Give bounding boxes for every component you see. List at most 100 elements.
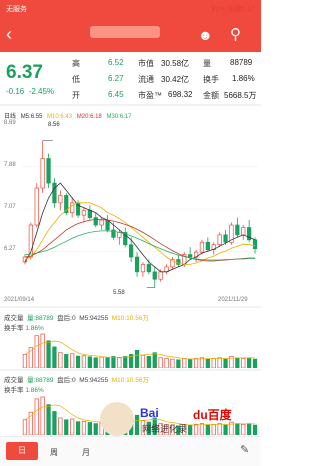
volume-bar bbox=[40, 333, 45, 368]
tab-week[interactable]: 周 bbox=[50, 447, 58, 458]
volume-value: 量:88789 bbox=[27, 315, 54, 322]
value-volume: 88789 bbox=[230, 58, 253, 67]
volume-bar bbox=[176, 359, 181, 368]
period-tabbar: 日 周 月 bbox=[0, 436, 261, 466]
label-low: 低 bbox=[72, 75, 80, 84]
volume-bar bbox=[40, 396, 45, 435]
y-label-4: 6.27 bbox=[4, 246, 16, 252]
candle-body bbox=[235, 224, 240, 236]
candle-body bbox=[46, 158, 51, 184]
volume-bar bbox=[22, 419, 28, 435]
low-mark-label: 5.58 bbox=[113, 290, 125, 296]
volume-bar bbox=[58, 352, 63, 368]
candle-body bbox=[58, 195, 63, 204]
volume-bar bbox=[34, 335, 39, 368]
label-mktcap: 市值 bbox=[138, 59, 154, 68]
change-percent: -2.45% bbox=[28, 87, 55, 96]
volume-bar bbox=[111, 356, 116, 368]
label-high: 高 bbox=[72, 59, 80, 68]
volume-bar bbox=[247, 357, 252, 368]
label-volume: 量 bbox=[203, 59, 211, 68]
time-text: 傍晚5:17 bbox=[227, 6, 255, 13]
vol-ma10: M10:10.56万 bbox=[111, 377, 149, 384]
volume-bar bbox=[52, 346, 57, 368]
status-right: 91% 傍晚5:17 bbox=[211, 4, 255, 14]
stock-title-redacted bbox=[90, 26, 160, 38]
candle-body bbox=[205, 241, 210, 251]
date-start: 2021/09/14 bbox=[4, 297, 35, 303]
vol-ma5: M5:94255 bbox=[79, 315, 109, 322]
volume-bar bbox=[164, 358, 169, 368]
candle-body bbox=[93, 217, 98, 226]
candle-body bbox=[87, 209, 92, 218]
tab-month[interactable]: 月 bbox=[82, 447, 90, 458]
candle-body bbox=[129, 244, 134, 258]
ma-line-m10 bbox=[24, 202, 256, 265]
volume-legend-2: 成交量 量:88789 盘后:0 M5:94255 M10:10.56万 bbox=[4, 374, 149, 384]
volume-bar bbox=[64, 419, 69, 435]
price-change: -0.16 -2.45% bbox=[6, 87, 54, 96]
volume-bar bbox=[93, 357, 98, 368]
y-label-2: 7.88 bbox=[4, 162, 16, 168]
candle-body bbox=[217, 234, 222, 246]
vol-ma5: M5:94255 bbox=[79, 377, 109, 384]
candle-body bbox=[81, 209, 87, 216]
volume-bar bbox=[81, 355, 87, 368]
divider bbox=[0, 369, 261, 371]
volume-bar bbox=[235, 357, 240, 368]
after-hours: 盘后:0 bbox=[57, 315, 76, 322]
date-end: 2021/11/29 bbox=[218, 297, 248, 303]
candle-body bbox=[146, 264, 151, 273]
volume-bar bbox=[123, 356, 128, 368]
volume-bar bbox=[199, 357, 205, 368]
label-turnover: 换手 bbox=[203, 75, 219, 84]
value-mktcap: 30.58亿 bbox=[161, 59, 190, 68]
divider bbox=[0, 306, 261, 308]
label-open: 开 bbox=[72, 91, 80, 100]
volume-bar bbox=[81, 420, 87, 435]
vol-ma10: M10:10.56万 bbox=[111, 315, 149, 322]
volume-bar bbox=[211, 358, 216, 368]
candlestick-chart[interactable] bbox=[0, 118, 261, 303]
label-amount: 金额 bbox=[203, 91, 219, 100]
candle-body bbox=[99, 219, 104, 226]
candle-body bbox=[158, 271, 163, 280]
label-pe: 市盈™ bbox=[138, 91, 162, 100]
volume-bar bbox=[87, 422, 92, 435]
robot-icon[interactable]: ☻ bbox=[198, 27, 213, 43]
volume-bar bbox=[158, 357, 163, 368]
volume-bar bbox=[93, 423, 98, 435]
volume-bar bbox=[117, 357, 122, 368]
search-icon[interactable]: ⚲ bbox=[230, 25, 241, 43]
candle-body bbox=[152, 271, 157, 280]
brand-part2: du百度 bbox=[193, 408, 232, 422]
candle-body bbox=[40, 158, 45, 189]
mascot-icon bbox=[100, 402, 134, 436]
candle-body bbox=[117, 232, 122, 238]
candle-body bbox=[134, 256, 140, 273]
battery-text: 91% bbox=[211, 6, 226, 13]
volume-bar bbox=[146, 356, 151, 368]
label-float: 流通 bbox=[138, 75, 154, 84]
divider bbox=[0, 104, 261, 106]
volume-title: 成交量 bbox=[4, 377, 24, 384]
volume-bar bbox=[75, 355, 81, 368]
volume-bar bbox=[46, 404, 51, 435]
value-amount: 5668.5万 bbox=[224, 91, 257, 100]
volume-bar bbox=[205, 358, 210, 368]
candle-body bbox=[188, 254, 193, 258]
change-value: -0.16 bbox=[6, 87, 25, 96]
volume-bar bbox=[170, 358, 175, 368]
carrier-text: 无服务 bbox=[6, 6, 27, 13]
volume-chart[interactable] bbox=[0, 330, 261, 368]
volume-value: 量:88789 bbox=[27, 377, 54, 384]
candle-body bbox=[241, 227, 246, 236]
candle-body bbox=[223, 234, 228, 243]
tab-day[interactable]: 日 bbox=[6, 442, 38, 460]
volume-bar bbox=[252, 358, 258, 368]
volume-bar bbox=[193, 358, 199, 368]
volume-bar bbox=[140, 354, 146, 368]
back-icon[interactable]: ‹ bbox=[6, 25, 12, 43]
volume-bar bbox=[64, 354, 69, 368]
edit-icon[interactable]: ✎ bbox=[240, 443, 249, 456]
